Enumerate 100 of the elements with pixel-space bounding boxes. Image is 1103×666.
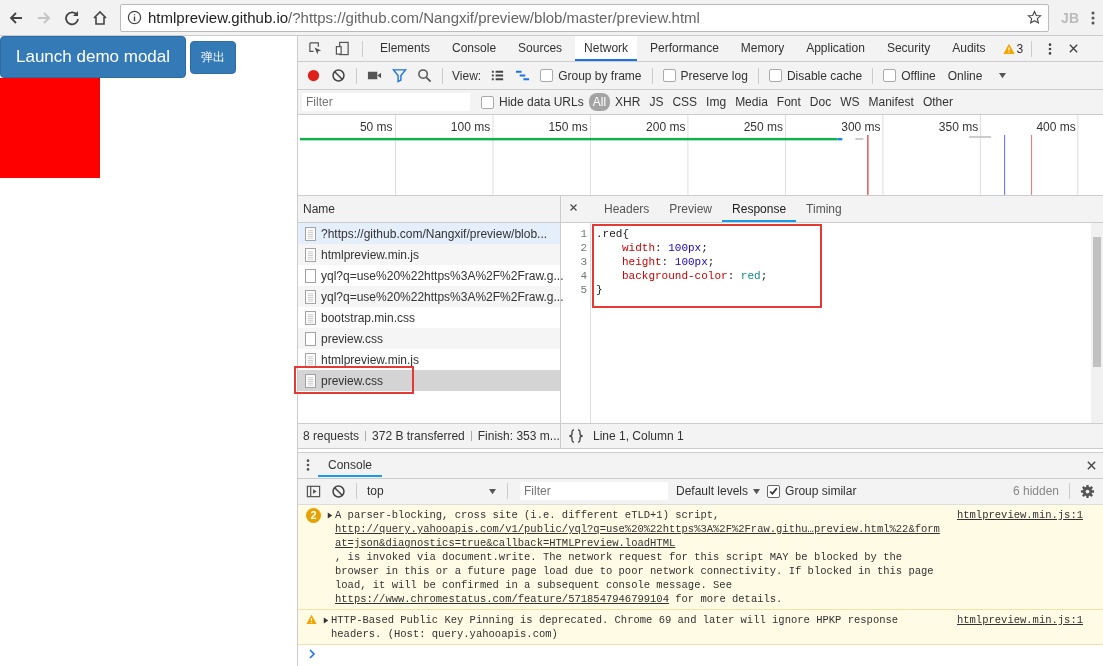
devtools-tab[interactable]: Memory bbox=[731, 36, 794, 62]
code-line: height: 100px; bbox=[621, 255, 716, 270]
device-icon[interactable] bbox=[335, 41, 350, 57]
close-icon[interactable] bbox=[1086, 459, 1097, 471]
devtools-tab[interactable]: Console bbox=[443, 36, 506, 62]
throttle-select[interactable]: Online bbox=[947, 68, 983, 83]
devtools-tab[interactable]: Performance bbox=[641, 36, 728, 62]
console-message: HTTP-Based Public Key Pinning is deprecated. Chrome 69 and later will ignore HPKP response headers. (Host: query.yahooapis.com) bbox=[331, 613, 900, 641]
option-checkbox[interactable]: Offline bbox=[883, 68, 936, 83]
request-row[interactable]: bootstrap.min.css bbox=[298, 307, 560, 329]
request-row[interactable]: preview.css bbox=[298, 328, 560, 350]
request-name: yql?q=use%20%22https%3A%2F%2Fraw.g... bbox=[321, 268, 564, 283]
summary-text: 372 B transferred bbox=[372, 429, 465, 444]
request-name: preview.css bbox=[321, 373, 384, 388]
type-filter-button[interactable]: Img bbox=[702, 93, 731, 112]
info-icon[interactable] bbox=[127, 10, 142, 25]
reload-icon[interactable] bbox=[64, 9, 80, 26]
home-icon[interactable] bbox=[92, 9, 108, 26]
address-bar[interactable]: htmlpreview.github.io/?https://github.com/Nangxif/preview/blob/master/preview.html bbox=[120, 3, 1050, 32]
code-line: } bbox=[596, 283, 604, 298]
file-icon bbox=[305, 247, 316, 262]
code-line: .red{ bbox=[596, 227, 630, 242]
detail-tab[interactable]: Preview bbox=[659, 200, 723, 223]
modal-button[interactable]: Launch demo modal bbox=[0, 36, 187, 78]
devtools-tab[interactable]: Sources bbox=[509, 36, 572, 62]
checkbox[interactable] bbox=[767, 484, 781, 498]
line-number: 4 bbox=[580, 269, 587, 284]
request-name: preview.css bbox=[321, 331, 384, 346]
scrollbar[interactable] bbox=[1091, 223, 1103, 424]
checkbox-label: Group by frame bbox=[558, 68, 642, 83]
type-filter-button[interactable]: CSS bbox=[668, 93, 702, 112]
repeat-count-badge: 2 bbox=[306, 508, 321, 523]
inspect-icon[interactable] bbox=[308, 41, 323, 57]
filter-icon[interactable] bbox=[392, 68, 407, 84]
dropdown-icon[interactable] bbox=[488, 487, 497, 495]
detail-tab[interactable]: Response bbox=[722, 200, 797, 223]
type-filter-button[interactable]: Font bbox=[772, 93, 805, 112]
type-filter-button[interactable]: Media bbox=[731, 93, 772, 112]
type-filter-button[interactable]: Manifest bbox=[864, 93, 918, 112]
clear-icon[interactable] bbox=[331, 68, 346, 84]
devtools-tab[interactable]: Network bbox=[575, 36, 638, 62]
search-icon[interactable] bbox=[417, 68, 432, 84]
request-row[interactable]: ?https://github.com/Nangxif/preview/blob... bbox=[298, 223, 560, 245]
cursor-position: Line 1, Column 1 bbox=[593, 429, 684, 444]
type-filter-button[interactable]: XHR bbox=[611, 93, 645, 112]
expand-icon[interactable] bbox=[327, 512, 333, 519]
back-icon[interactable] bbox=[8, 9, 24, 26]
devtools-tab[interactable]: Elements bbox=[371, 36, 440, 62]
column-header[interactable]: Name bbox=[298, 196, 560, 224]
close-icon[interactable] bbox=[1068, 43, 1080, 55]
levels-select[interactable]: Default levels bbox=[676, 484, 762, 499]
option-checkbox[interactable]: Preserve log bbox=[662, 68, 748, 83]
time-tick: 250 ms bbox=[742, 120, 783, 135]
checkbox[interactable] bbox=[481, 95, 494, 109]
summary-text: Finish: 353 m... bbox=[477, 429, 560, 444]
option-checkbox[interactable]: Disable cache bbox=[768, 68, 863, 83]
sidebar-icon[interactable] bbox=[306, 483, 321, 499]
checkbox[interactable] bbox=[540, 69, 554, 83]
option-checkbox[interactable]: Group by frame bbox=[540, 68, 642, 83]
dropdown-icon[interactable] bbox=[752, 487, 762, 495]
more-icon[interactable] bbox=[1048, 41, 1053, 56]
time-tick: 200 ms bbox=[645, 120, 686, 135]
request-row[interactable]: htmlpreview.min.js bbox=[298, 349, 560, 371]
filter-field[interactable]: Filter bbox=[520, 482, 668, 501]
pretty-print-button[interactable] bbox=[569, 429, 583, 444]
source-link[interactable]: htmlpreview.min.js:1 bbox=[956, 508, 1083, 606]
request-row[interactable]: htmlpreview.min.js bbox=[298, 244, 560, 266]
expand-icon[interactable] bbox=[323, 617, 329, 624]
context-select[interactable]: top bbox=[363, 484, 501, 499]
settings-icon[interactable] bbox=[1080, 483, 1095, 499]
warning-count[interactable]: 3 bbox=[1002, 41, 1024, 56]
checkbox[interactable] bbox=[662, 69, 676, 83]
prompt-icon[interactable] bbox=[308, 649, 316, 659]
link[interactable]: http://query.yahooapis.com/v1/public/yql?q=use%20%22https%3A%2F%2Fraw.githu…preview.html%22&format=json&diagnostics=true&callback=HTMLPreview.loadHTML bbox=[335, 522, 943, 550]
checkbox-label: Hide data URLs bbox=[499, 95, 584, 110]
modal-button[interactable]: 弹出 bbox=[190, 40, 237, 74]
detail-tab[interactable]: Headers bbox=[594, 200, 660, 223]
checkbox[interactable] bbox=[883, 69, 897, 83]
clear-icon[interactable] bbox=[331, 483, 346, 499]
menu-icon[interactable] bbox=[1091, 9, 1095, 26]
type-filter-button[interactable]: JS bbox=[645, 93, 668, 112]
devtools-tab[interactable]: Audits bbox=[943, 36, 995, 62]
drawer-tab[interactable]: Console bbox=[318, 453, 383, 478]
link[interactable]: https://www.chromestatus.com/feature/5718547946799104 bbox=[335, 593, 669, 605]
checkbox[interactable] bbox=[768, 69, 782, 83]
time-tick: 50 ms bbox=[358, 120, 393, 135]
close-icon[interactable] bbox=[569, 203, 578, 213]
detail-tab[interactable]: Timing bbox=[796, 200, 852, 223]
devtools-tab[interactable]: Application bbox=[797, 36, 874, 62]
filter-field[interactable]: Filter bbox=[302, 93, 470, 112]
type-filter-button[interactable]: Other bbox=[918, 93, 957, 112]
type-filter-button[interactable]: Doc bbox=[805, 93, 836, 112]
source-link[interactable]: htmlpreview.min.js:1 bbox=[956, 613, 1083, 641]
star-icon[interactable] bbox=[1027, 10, 1043, 25]
type-filter-button[interactable]: WS bbox=[836, 93, 864, 112]
dropdown-icon[interactable] bbox=[998, 72, 1008, 80]
file-icon bbox=[305, 373, 316, 388]
devtools-tab[interactable]: Security bbox=[877, 36, 940, 62]
more-icon[interactable] bbox=[306, 458, 310, 473]
record-icon[interactable] bbox=[306, 68, 321, 84]
